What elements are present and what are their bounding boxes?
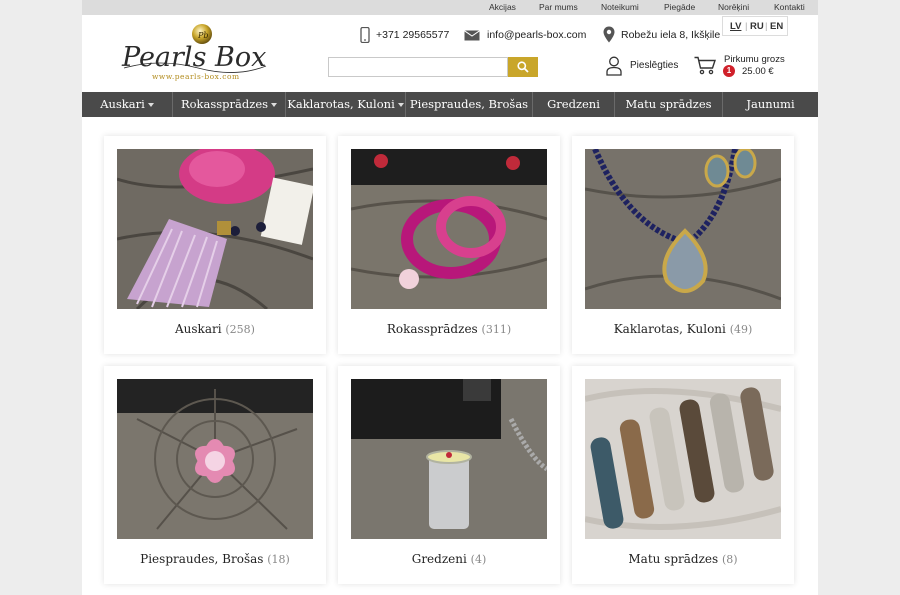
- nav-item-piespraudes[interactable]: Piespraudes, Brošas: [406, 92, 532, 117]
- category-name: Auskari: [175, 322, 222, 336]
- category-caption[interactable]: Piespraudes, Brošas (18): [104, 552, 326, 566]
- category-name: Rokassprādzes: [386, 322, 478, 336]
- category-caption[interactable]: Matu sprādzes (8): [572, 552, 794, 566]
- nav-item-auskari[interactable]: Auskari: [82, 92, 172, 117]
- address-text: Robežu iela 8, Ikšķile: [621, 29, 721, 41]
- topbar-link-akcijas[interactable]: Akcijas: [489, 2, 516, 12]
- nav-label: Gredzeni: [547, 97, 600, 111]
- category-count: (8): [722, 553, 738, 566]
- category-image-hair-clips[interactable]: [585, 379, 781, 539]
- category-card-auskari[interactable]: Auskari (258): [104, 136, 326, 354]
- svg-text:Pearls Box: Pearls Box: [121, 42, 266, 73]
- category-card-matu-spradzes[interactable]: Matu sprādzes (8): [572, 366, 794, 584]
- nav-label: Jaunumi: [746, 97, 795, 111]
- category-name: Piespraudes, Brošas: [140, 552, 264, 566]
- svg-text:www.pearls-box.com: www.pearls-box.com: [152, 72, 240, 81]
- lang-divider: |: [745, 21, 748, 32]
- category-caption[interactable]: Auskari (258): [104, 322, 326, 336]
- category-name: Matu sprādzes: [628, 552, 719, 566]
- category-card-piespraudes[interactable]: Piespraudes, Brošas (18): [104, 366, 326, 584]
- chevron-down-icon: [147, 103, 154, 107]
- lang-ru[interactable]: RU: [750, 21, 764, 32]
- main-nav: Auskari Rokassprādzes Kaklarotas, Kuloni…: [82, 92, 818, 117]
- category-image-earrings[interactable]: [117, 149, 313, 309]
- category-count: (49): [729, 323, 753, 336]
- category-count: (4): [470, 553, 487, 566]
- lang-lv[interactable]: LV: [730, 21, 741, 32]
- category-name: Gredzeni: [411, 552, 467, 566]
- category-caption[interactable]: Kaklarotas, Kuloni (49): [572, 322, 794, 336]
- category-image-necklaces[interactable]: [585, 149, 781, 309]
- cart-total: 25.00 €: [742, 66, 774, 77]
- nav-label: Kaklarotas, Kuloni: [287, 97, 395, 111]
- category-image-brooches[interactable]: [117, 379, 313, 539]
- category-count: (311): [481, 323, 512, 336]
- site-logo[interactable]: Pb Pearls Box www.pearls-box.com: [120, 22, 270, 84]
- nav-label: Rokassprādzes: [180, 97, 269, 111]
- category-card-kaklarotas[interactable]: Kaklarotas, Kuloni (49): [572, 136, 794, 354]
- map-pin-icon: [603, 26, 615, 43]
- chevron-down-icon: [271, 103, 278, 107]
- search-input[interactable]: [328, 57, 508, 77]
- svg-text:Pb: Pb: [197, 31, 209, 40]
- language-switcher: LV | RU | EN: [722, 16, 788, 36]
- nav-label: Auskari: [100, 97, 145, 111]
- search-button[interactable]: [508, 57, 538, 77]
- topbar-link-norekini[interactable]: Norēķini: [718, 2, 749, 12]
- category-image-rings[interactable]: [351, 379, 547, 539]
- user-icon[interactable]: [606, 56, 622, 76]
- page: Akcijas Par mums Noteikumi Piegāde Norēķ…: [82, 0, 818, 595]
- nav-item-gredzeni[interactable]: Gredzeni: [533, 92, 614, 117]
- search-icon: [517, 61, 529, 73]
- nav-label: Piespraudes, Brošas: [409, 97, 529, 111]
- email-link[interactable]: info@pearls-box.com: [487, 29, 586, 41]
- envelope-icon: [464, 30, 480, 41]
- category-card-gredzeni[interactable]: Gredzeni (4): [338, 366, 560, 584]
- category-card-rokasspradzes[interactable]: Rokassprādzes (311): [338, 136, 560, 354]
- topbar-link-kontakti[interactable]: Kontakti: [774, 2, 805, 12]
- nav-label: Matu sprādzes: [625, 97, 712, 111]
- topbar-link-par-mums[interactable]: Par mums: [539, 2, 578, 12]
- topbar-link-noteikumi[interactable]: Noteikumi: [601, 2, 639, 12]
- cart-title[interactable]: Pirkumu grozs: [724, 54, 785, 65]
- category-caption[interactable]: Gredzeni (4): [338, 552, 560, 566]
- nav-item-jaunumi[interactable]: Jaunumi: [723, 92, 818, 117]
- login-link[interactable]: Pieslēgties: [630, 60, 678, 71]
- category-count: (258): [225, 323, 255, 336]
- chevron-down-icon: [397, 103, 404, 107]
- shopping-cart-icon[interactable]: [694, 56, 716, 75]
- lang-divider: |: [765, 21, 768, 32]
- category-image-bracelets[interactable]: [351, 149, 547, 309]
- top-bar: Akcijas Par mums Noteikumi Piegāde Norēķ…: [82, 0, 818, 15]
- phone-icon: [360, 27, 370, 43]
- nav-item-matu-spradzes[interactable]: Matu sprādzes: [615, 92, 722, 117]
- category-name: Kaklarotas, Kuloni: [613, 322, 726, 336]
- lang-en[interactable]: EN: [770, 21, 783, 32]
- phone-number[interactable]: +371 29565577: [376, 29, 449, 41]
- nav-item-rokasspradzes[interactable]: Rokassprādzes: [173, 92, 285, 117]
- cart-count-badge: 1: [723, 65, 735, 77]
- nav-item-kaklarotas[interactable]: Kaklarotas, Kuloni: [286, 92, 405, 117]
- topbar-link-piegade[interactable]: Piegāde: [664, 2, 695, 12]
- category-count: (18): [267, 553, 290, 566]
- category-caption[interactable]: Rokassprādzes (311): [338, 322, 560, 336]
